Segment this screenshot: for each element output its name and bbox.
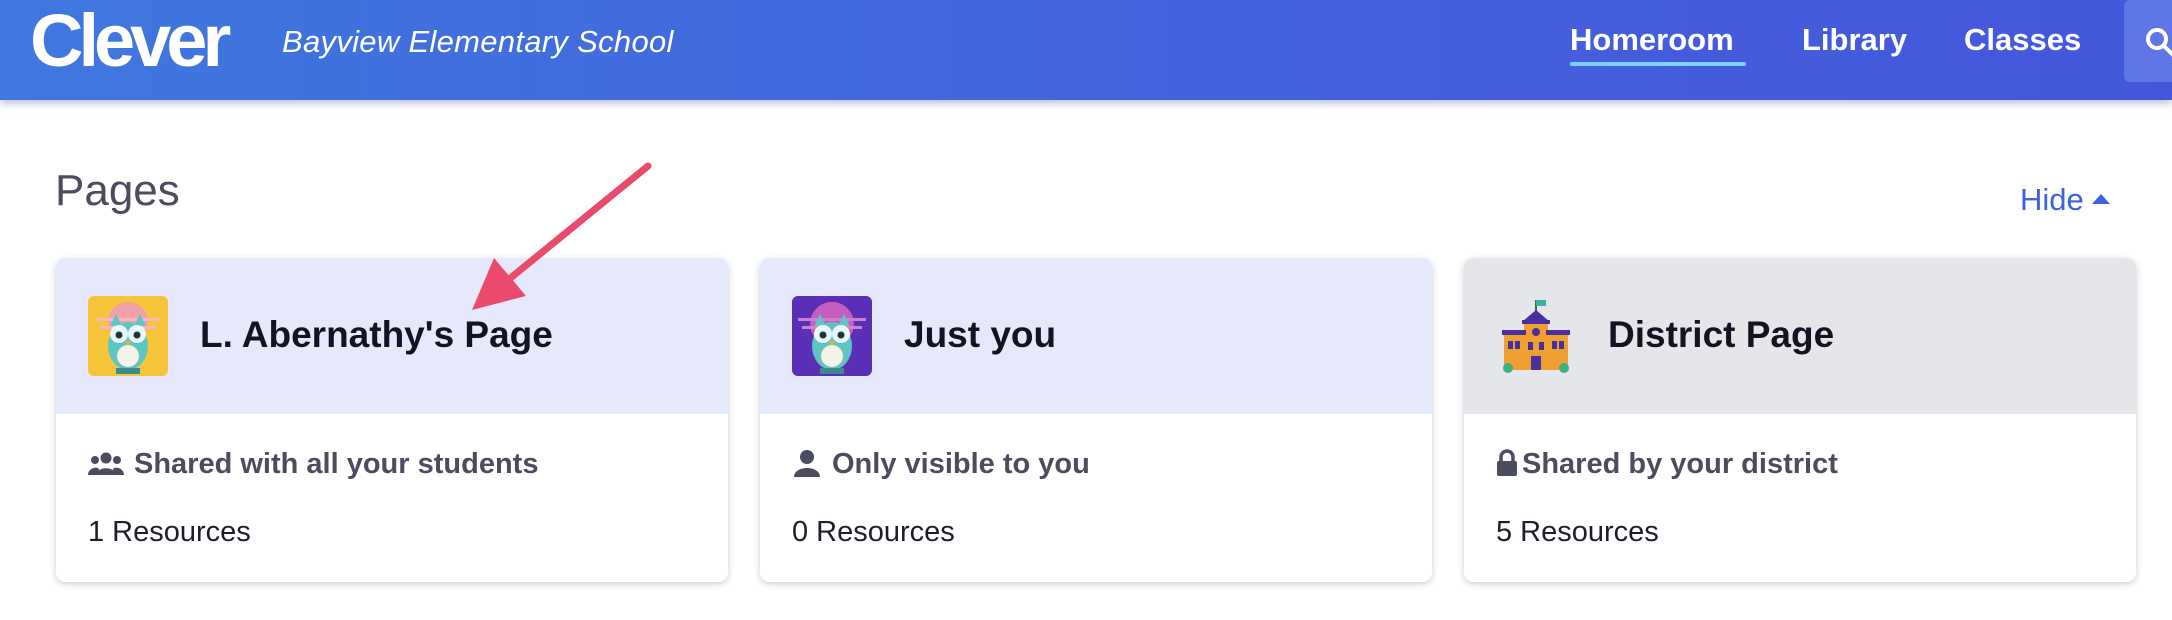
card-visibility-label: Shared with all your students (134, 448, 539, 480)
card-title: L. Abernathy's Page (200, 314, 553, 355)
lock-icon (1496, 449, 1518, 485)
group-icon (88, 451, 124, 485)
card-visibility-label: Shared by your district (1522, 448, 1838, 480)
card-title: District Page (1608, 314, 1835, 355)
top-navigation-bar: Clever Bayview Elementary School Homeroo… (0, 0, 2172, 100)
card-header: L. Abernathy's Page (56, 258, 728, 414)
caret-up-icon (2091, 194, 2110, 204)
nav-classes[interactable]: Classes (1964, 22, 2081, 58)
card-visibility: Only visible to you (792, 448, 1090, 485)
person-icon (792, 449, 822, 485)
nav-homeroom[interactable]: Homeroom (1570, 22, 1734, 58)
search-icon (2146, 28, 2172, 57)
card-visibility: Shared by your district (1496, 448, 1838, 485)
school-building-icon (1496, 296, 1576, 376)
page-card-teacher[interactable]: L. Abernathy's Page Shared with all your… (56, 258, 728, 582)
card-visibility: Shared with all your students (88, 448, 538, 485)
card-resource-count: 5 Resources (1496, 516, 1659, 548)
card-visibility-label: Only visible to you (832, 448, 1090, 480)
card-header: District Page (1464, 258, 2136, 414)
clever-logo[interactable]: Clever (30, 4, 231, 78)
school-name: Bayview Elementary School (282, 24, 674, 59)
nav-active-indicator (1570, 62, 1746, 66)
card-title: Just you (904, 314, 1057, 355)
search-button[interactable] (2124, 0, 2172, 82)
owl-icon (792, 296, 872, 376)
card-header: Just you (760, 258, 1432, 414)
owl-icon (88, 296, 168, 376)
page-title: Pages (55, 166, 180, 215)
page-card-private[interactable]: Just you Only visible to you 0 Resources (760, 258, 1432, 582)
hide-toggle-label: Hide (2020, 182, 2084, 217)
card-resource-count: 0 Resources (792, 516, 955, 548)
nav-library[interactable]: Library (1802, 22, 1907, 58)
card-resource-count: 1 Resources (88, 516, 251, 548)
page-card-district[interactable]: District Page Shared by your district 5 … (1464, 258, 2136, 582)
hide-pages-toggle[interactable]: Hide (2020, 182, 2110, 218)
